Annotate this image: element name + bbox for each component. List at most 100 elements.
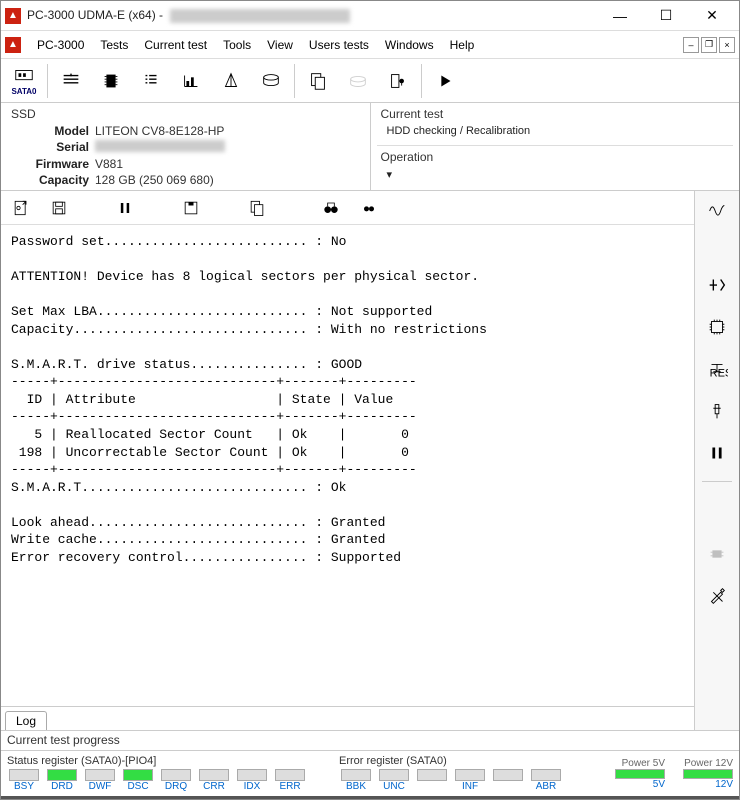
reg-name: IDX: [244, 781, 261, 792]
reg-box: [199, 769, 229, 781]
port-icon: [13, 65, 35, 87]
minimize-button[interactable]: —: [597, 1, 643, 31]
tb-btn-4[interactable]: [174, 63, 208, 99]
toolbar-divider-3: [421, 64, 422, 98]
log-new-button[interactable]: [9, 196, 33, 220]
app-icon: ▲: [5, 8, 21, 24]
operation-dropdown[interactable]: ▾: [377, 166, 734, 183]
reg-name: BSY: [14, 781, 34, 792]
power-12v: Power 12V 12V: [683, 758, 733, 790]
reg-UNC: UNC: [377, 769, 411, 792]
copy-icon: [247, 198, 267, 218]
mdi-restore[interactable]: ❐: [701, 37, 717, 53]
tb-btn-play[interactable]: [428, 63, 462, 99]
toolbar: SATA0: [1, 59, 739, 103]
log-save2-button[interactable]: [179, 196, 203, 220]
port-button[interactable]: SATA0: [7, 63, 41, 99]
power-12v-label: Power 12V: [684, 758, 733, 769]
rp-btn-1[interactable]: [701, 197, 733, 225]
reg-DSC: DSC: [121, 769, 155, 792]
stack-icon: [60, 70, 82, 92]
rp-btn-pause[interactable]: [701, 439, 733, 467]
menu-help[interactable]: Help: [442, 35, 483, 55]
menu-windows[interactable]: Windows: [377, 35, 442, 55]
menu-tests[interactable]: Tests: [92, 35, 136, 55]
error-regs: BBKUNCINFABR: [339, 769, 563, 792]
power-5v-label: Power 5V: [622, 758, 665, 769]
power-12v-value: 12V: [715, 779, 733, 790]
reg-ABR: ABR: [529, 769, 563, 792]
rp-btn-tools[interactable]: [701, 582, 733, 610]
menu-current-test[interactable]: Current test: [136, 35, 215, 55]
status-regs: BSYDRDDWFDSCDRQCRRIDXERR: [7, 769, 307, 792]
probe-icon: [706, 400, 728, 422]
rp-btn-2[interactable]: [701, 271, 733, 299]
model-value: LITEON CV8-8E128-HP: [95, 124, 224, 138]
status-reg-label: Status register (SATA0)-[PIO4]: [7, 755, 307, 767]
tb-btn-6[interactable]: [254, 63, 288, 99]
reg-box: [85, 769, 115, 781]
power-12v-bar: [683, 769, 733, 779]
log-tabs: Log: [1, 706, 694, 730]
power-5v-bar: [615, 769, 665, 779]
operation-label: Operation: [377, 145, 734, 166]
reg-box: [9, 769, 39, 781]
reg-box: [455, 769, 485, 781]
reg-box: [531, 769, 561, 781]
mdi-close[interactable]: ×: [719, 37, 735, 53]
menu-users-tests[interactable]: Users tests: [301, 35, 377, 55]
tab-log[interactable]: Log: [5, 711, 47, 730]
maximize-button[interactable]: ☐: [643, 1, 689, 31]
mdi-minimize[interactable]: –: [683, 37, 699, 53]
tb-btn-exit[interactable]: [381, 63, 415, 99]
ssd-info-panel: SSD ModelLITEON CV8-8E128-HP Serial Firm…: [1, 103, 371, 190]
reg-DRD: DRD: [45, 769, 79, 792]
tb-btn-copy[interactable]: [301, 63, 335, 99]
close-button[interactable]: ✕: [689, 1, 735, 31]
reg-blank: [491, 769, 525, 792]
tb-btn-5[interactable]: [214, 63, 248, 99]
menu-view[interactable]: View: [259, 35, 301, 55]
tb-btn-1[interactable]: [54, 63, 88, 99]
tb-btn-3[interactable]: [134, 63, 168, 99]
error-reg-label: Error register (SATA0): [339, 755, 563, 767]
power-5v: Power 5V 5V: [615, 758, 665, 790]
reg-blank: [415, 769, 449, 792]
current-test-value: HDD checking / Recalibration: [377, 123, 734, 139]
list-icon: [140, 70, 162, 92]
rp-btn-5[interactable]: [701, 397, 733, 425]
reg-name: DRD: [51, 781, 73, 792]
chip2-icon: [706, 316, 728, 338]
log-pause-button[interactable]: [113, 196, 137, 220]
reg-box: [379, 769, 409, 781]
reg-name: ABR: [536, 781, 557, 792]
reg-box: [341, 769, 371, 781]
title-redacted: [170, 9, 350, 23]
rp-btn-chip3[interactable]: [701, 540, 733, 568]
reg-box: [237, 769, 267, 781]
menu-tools[interactable]: Tools: [215, 35, 259, 55]
info-bar: SSD ModelLITEON CV8-8E128-HP Serial Firm…: [1, 103, 739, 191]
window-title: PC-3000 UDMA-E (x64) -: [27, 8, 597, 23]
io-icon: [706, 274, 728, 296]
log-save-button[interactable]: [47, 196, 71, 220]
log-toolbar: [1, 191, 694, 225]
reg-box: [123, 769, 153, 781]
binoculars-small-icon: [359, 198, 379, 218]
tb-btn-2[interactable]: [94, 63, 128, 99]
log-find-next-button[interactable]: [357, 196, 381, 220]
reg-box: [275, 769, 305, 781]
port-label: SATA0: [11, 87, 36, 96]
log-find-button[interactable]: [319, 196, 343, 220]
binoculars-icon: [321, 198, 341, 218]
reg-name: INF: [462, 781, 478, 792]
titlebar: ▲ PC-3000 UDMA-E (x64) - — ☐ ✕: [1, 1, 739, 31]
firmware-value: V881: [95, 157, 123, 171]
rp-btn-reset[interactable]: RESET: [701, 355, 733, 383]
pause-icon: [115, 198, 135, 218]
tb-btn-disk2[interactable]: [341, 63, 375, 99]
rp-btn-3[interactable]: [701, 313, 733, 341]
log-text-area[interactable]: Password set.......................... :…: [1, 225, 694, 706]
menu-app[interactable]: PC-3000: [29, 35, 92, 55]
log-copy-button[interactable]: [245, 196, 269, 220]
